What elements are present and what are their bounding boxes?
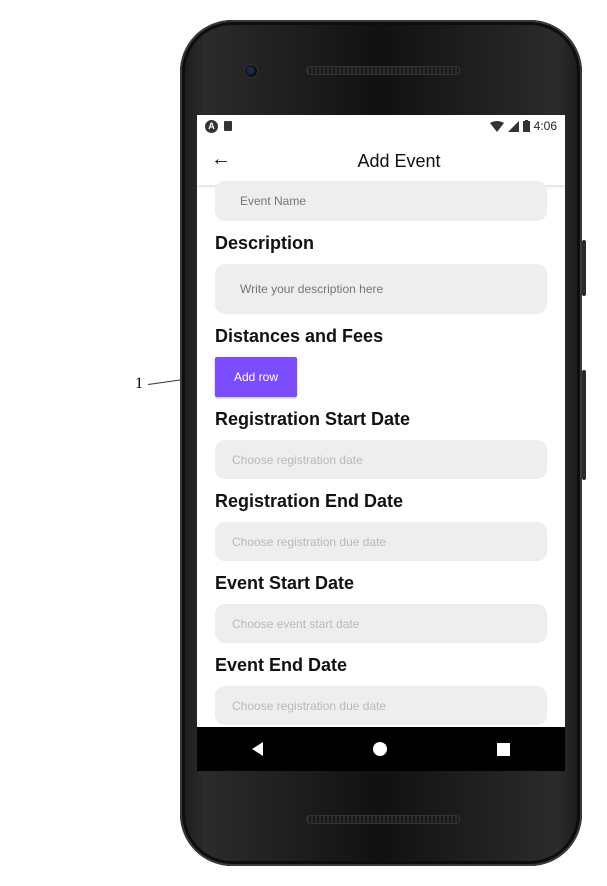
bottom-speaker xyxy=(306,815,460,824)
event-name-input[interactable]: Event Name xyxy=(215,181,547,221)
nav-home-icon[interactable] xyxy=(373,742,387,756)
event-start-date-input[interactable]: Choose event start date xyxy=(215,604,547,643)
screen: A 4:06 ← Add Event Event Name Descriptio… xyxy=(197,115,565,727)
nav-recents-icon[interactable] xyxy=(497,742,510,756)
reg-end-date-input[interactable]: Choose registration due date xyxy=(215,522,547,561)
annotation-label: 1 xyxy=(135,375,143,392)
back-arrow-icon[interactable]: ← xyxy=(211,149,231,169)
distances-fees-label: Distances and Fees xyxy=(215,326,384,346)
reg-start-date-input[interactable]: Choose registration date xyxy=(215,440,547,479)
event-end-label: Event End Date xyxy=(215,655,348,675)
status-bar: A 4:06 xyxy=(197,115,565,137)
event-end-date-input[interactable]: Choose registration due date xyxy=(215,686,547,725)
volume-button xyxy=(582,240,586,296)
add-row-button[interactable]: Add row xyxy=(215,357,297,397)
event-start-label: Event Start Date xyxy=(215,573,355,593)
phone-frame: A 4:06 ← Add Event Event Name Descriptio… xyxy=(180,20,586,866)
reg-end-label: Registration End Date xyxy=(215,491,404,511)
top-speaker xyxy=(306,66,460,75)
reg-start-label: Registration Start Date xyxy=(215,409,411,429)
form-content: Event Name Description Write your descri… xyxy=(197,181,565,725)
wifi-icon xyxy=(489,120,504,132)
cell-signal-icon xyxy=(507,120,519,132)
system-nav-bar xyxy=(197,727,565,771)
power-button xyxy=(582,370,586,480)
status-time: 4:06 xyxy=(533,119,557,133)
front-camera xyxy=(244,64,258,78)
app-notification-icon: A xyxy=(205,119,218,133)
battery-icon xyxy=(522,120,530,132)
description-label: Description xyxy=(215,233,315,253)
sd-card-icon xyxy=(224,121,232,131)
page-title: Add Event xyxy=(357,150,441,171)
description-input[interactable]: Write your description here xyxy=(215,264,547,314)
nav-back-icon[interactable] xyxy=(252,742,263,756)
app-bar: ← Add Event xyxy=(197,137,565,185)
